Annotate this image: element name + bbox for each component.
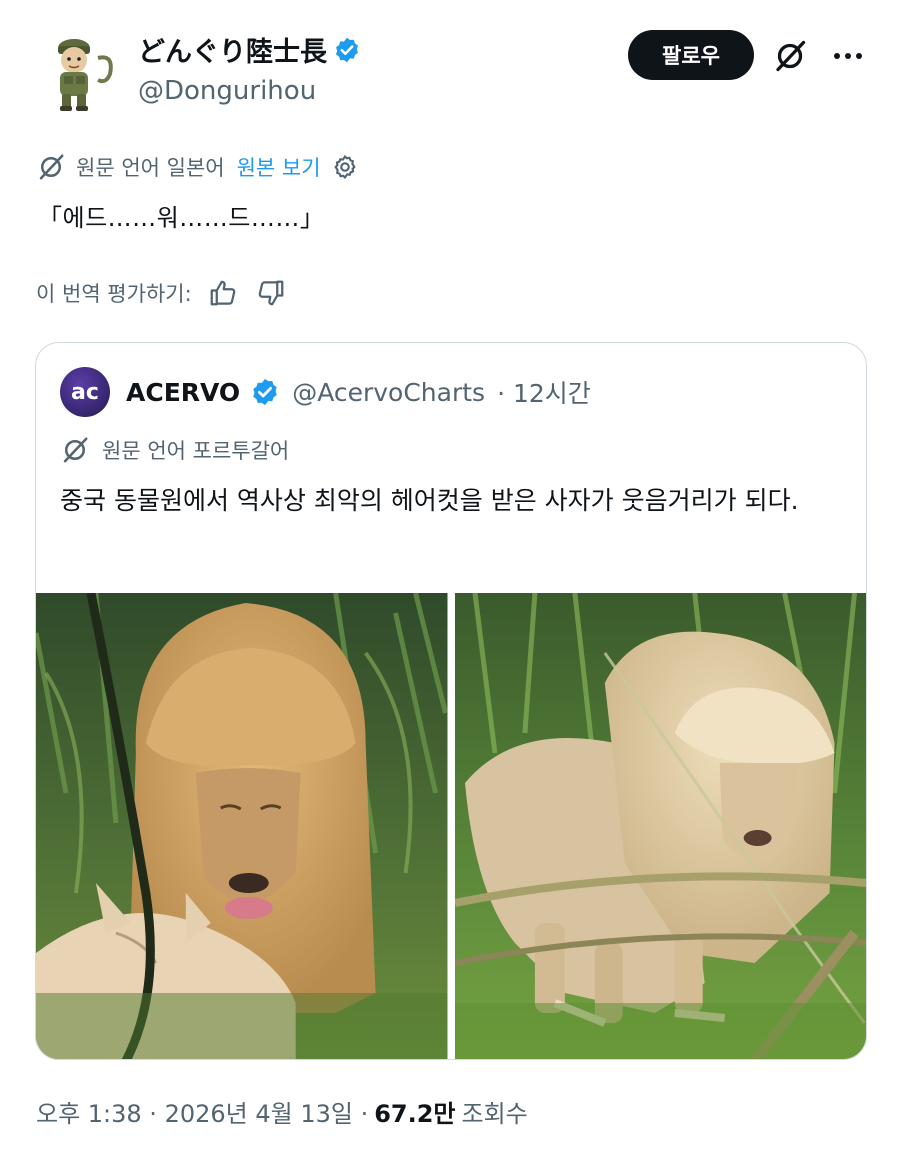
quoted-tweet-text: 중국 동물원에서 역사상 최악의 헤어컷을 받은 사자가 웃음거리가 되다. xyxy=(60,486,799,515)
verified-badge-icon xyxy=(250,377,280,407)
media-grid xyxy=(36,593,866,1059)
more-dots-icon[interactable] xyxy=(826,36,870,76)
rate-label: 이 번역 평가하기: xyxy=(36,282,192,306)
quoted-tweet-time[interactable]: · 12시간 xyxy=(497,374,591,410)
quoted-translation-label: 원문 언어 포르투갈어 xyxy=(102,439,290,463)
translate-icon xyxy=(60,435,90,465)
translation-source-label: 원문 언어 일본어 xyxy=(76,156,225,180)
tweet-text: 「에드……워……드……」 xyxy=(38,204,325,232)
quoted-author-handle[interactable]: @AcervoCharts xyxy=(292,378,485,407)
translate-icon xyxy=(36,152,66,182)
author-avatar[interactable] xyxy=(40,28,118,112)
quoted-translation-info: 원문 언어 포르투갈어 xyxy=(60,433,289,467)
author-display-name[interactable]: どんぐり陸士長 xyxy=(138,30,327,69)
grok-icon[interactable] xyxy=(770,36,810,76)
quoted-author-name[interactable]: ACERVO xyxy=(126,378,240,407)
lion-photo-right xyxy=(454,593,866,1059)
rate-translation: 이 번역 평가하기: xyxy=(36,273,288,313)
show-original-link[interactable]: 원본 보기 xyxy=(237,152,321,182)
quoted-author-avatar[interactable]: ac xyxy=(60,367,110,417)
tweet-header: どんぐり陸士長 @Dongurihou 팔로우 xyxy=(0,0,900,130)
quoted-tweet[interactable]: ac ACERVO @AcervoCharts · 12시간 원문 언어 포르투… xyxy=(35,342,867,1060)
quoted-tweet-header: ac ACERVO @AcervoCharts · 12시간 xyxy=(60,367,591,417)
verified-badge-icon xyxy=(333,36,361,64)
tweet-timestamp[interactable]: 오후 1:38 · 2026년 4월 13일 · xyxy=(36,1094,368,1129)
author-handle[interactable]: @Dongurihou xyxy=(138,76,316,106)
author-name-row[interactable]: どんぐり陸士長 xyxy=(138,30,361,69)
translation-info: 원문 언어 일본어 원본 보기 xyxy=(36,150,361,184)
media-photo-2[interactable] xyxy=(454,593,866,1059)
media-photo-1[interactable] xyxy=(36,593,448,1059)
views-label: 조회수 xyxy=(461,1100,528,1128)
follow-button[interactable]: 팔로우 xyxy=(628,30,754,80)
gear-icon[interactable] xyxy=(331,152,361,182)
thumbs-up-icon[interactable] xyxy=(206,276,240,310)
thumbs-down-icon[interactable] xyxy=(254,276,288,310)
lion-photo-left xyxy=(36,593,448,1059)
tweet-footer: 오후 1:38 · 2026년 4월 13일 · 67.2만 조회수 xyxy=(36,1094,528,1129)
views-count: 67.2만 xyxy=(374,1100,456,1128)
